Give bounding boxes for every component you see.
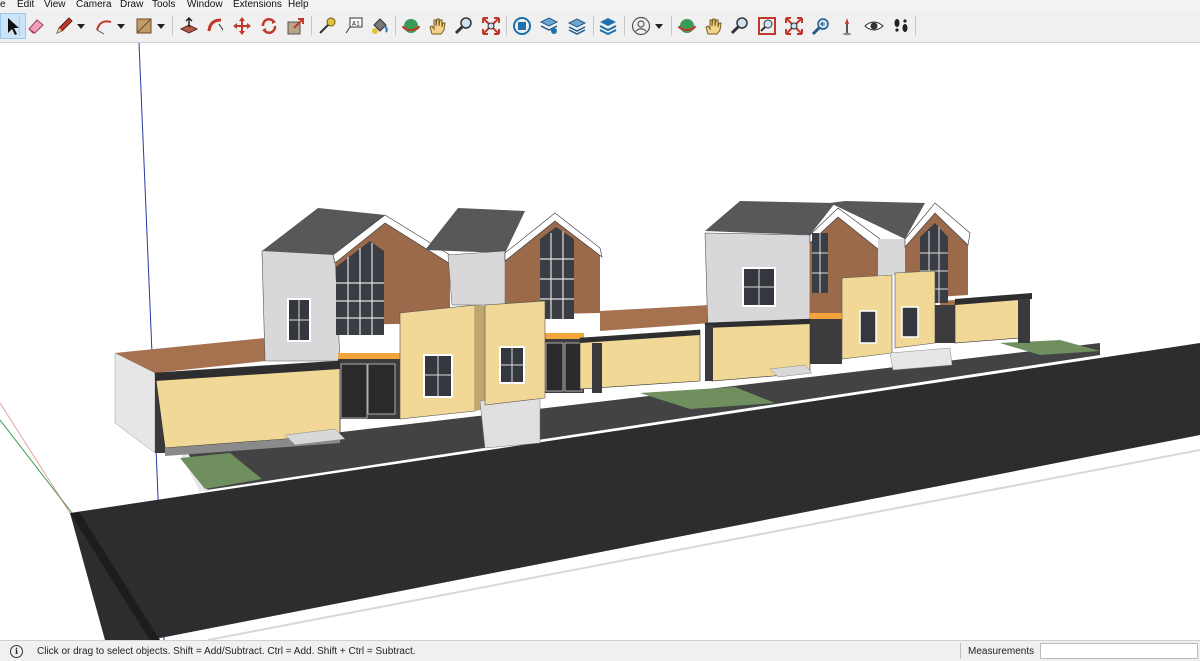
account-button[interactable] [629,14,653,38]
scale-tool[interactable] [284,14,308,38]
walk-tool[interactable] [889,14,913,38]
small-down-arrow-icon [655,24,663,29]
follow-me-tool[interactable] [204,14,228,38]
zoom-extents-icon [785,17,803,35]
tape-measure-tool[interactable] [315,14,339,38]
eye-icon [864,21,884,31]
pan-hand-icon [429,18,446,35]
rotate-icon [261,18,277,34]
orbit-icon [402,19,420,33]
zoom-window-tool[interactable] [755,14,779,38]
3d-model-scene[interactable] [0,43,1200,640]
paint-bucket-icon [372,18,388,34]
zoom-extents-tool-2[interactable] [782,14,806,38]
look-around-tool[interactable] [862,14,886,38]
pan-tool-2[interactable] [701,14,725,38]
eraser-tool[interactable] [24,14,48,38]
move-icon [233,17,251,35]
pencil-icon [56,17,73,34]
menu-window[interactable]: Window [187,0,223,10]
footprints-icon [894,19,908,32]
eraser-icon [28,19,44,34]
status-divider [960,643,961,659]
select-tool[interactable] [0,13,26,39]
menu-edit[interactable]: Edit [17,0,34,10]
svg-text:A1: A1 [352,21,360,28]
position-camera-icon [843,18,851,36]
components-tool[interactable] [537,14,561,38]
small-down-arrow-icon [157,24,165,29]
house1-orange-accent [338,353,400,359]
menu-view[interactable]: View [44,0,66,10]
menu-camera[interactable]: Camera [76,0,112,10]
menu-draw[interactable]: Draw [120,0,143,10]
paint-bucket-tool[interactable] [368,14,392,38]
status-message: Click or drag to select objects. Shift =… [37,646,416,657]
components-icon [539,17,559,34]
position-camera-tool[interactable] [835,14,859,38]
zoom-tool[interactable] [452,14,476,38]
user-icon [631,16,651,36]
modeling-viewport[interactable] [0,43,1200,640]
push-pull-icon [179,16,199,34]
zoom-window-icon [758,17,776,35]
small-down-arrow-icon [77,24,85,29]
arc-dropdown[interactable] [114,14,128,38]
previous-view-tool[interactable] [809,14,833,38]
extension-warehouse-icon [599,18,617,36]
arc-tool[interactable] [92,14,116,38]
info-icon[interactable]: i [10,645,23,658]
follow-me-icon [207,18,224,32]
status-bar: i Click or drag to select objects. Shift… [0,640,1200,661]
zoom-icon [454,17,472,35]
pencil-dropdown[interactable] [74,14,88,38]
zoom-tool-2[interactable] [728,14,752,38]
arc-icon [96,20,112,35]
orbit-icon [678,19,696,33]
rectangle-dropdown[interactable] [154,14,168,38]
rectangle-icon [136,18,152,34]
layers-tool[interactable] [565,14,589,38]
orbit-tool-2[interactable] [675,14,699,38]
zoom-icon [730,17,748,35]
pencil-tool[interactable] [52,14,76,38]
small-down-arrow-icon [117,24,125,29]
move-tool[interactable] [230,14,254,38]
arrow-cursor-icon [8,18,19,35]
menu-extensions[interactable]: Extensions [233,0,282,10]
pan-hand-icon [705,18,722,35]
layers-icon [567,18,587,35]
main-toolbar: A1 [0,10,1200,43]
scale-icon [287,18,304,35]
rotate-tool[interactable] [257,14,281,38]
warehouse-icon [513,17,531,35]
pan-tool[interactable] [425,14,449,38]
house2-roof [425,208,525,253]
account-dropdown[interactable] [652,14,666,38]
rectangle-tool[interactable] [132,14,156,38]
text-tool[interactable]: A1 [342,14,366,38]
orbit-tool[interactable] [399,14,423,38]
menu-bar: e Edit View Camera Draw Tools Window Ext… [0,0,1200,10]
previous-view-icon [811,18,829,36]
warehouse-tool[interactable] [510,14,534,38]
text-icon: A1 [345,17,363,34]
zoom-extents-icon [482,17,500,35]
push-pull-tool[interactable] [177,14,201,38]
menu-file[interactable]: e [0,0,6,10]
measurements-input[interactable] [1040,643,1198,659]
menu-help[interactable]: Help [288,0,309,10]
zoom-extents-tool[interactable] [479,14,503,38]
extension-warehouse-tool[interactable] [596,14,620,38]
red-axis-line [0,402,71,514]
tape-measure-icon [319,17,336,34]
menu-tools[interactable]: Tools [152,0,175,10]
measurements-label: Measurements [968,646,1035,657]
